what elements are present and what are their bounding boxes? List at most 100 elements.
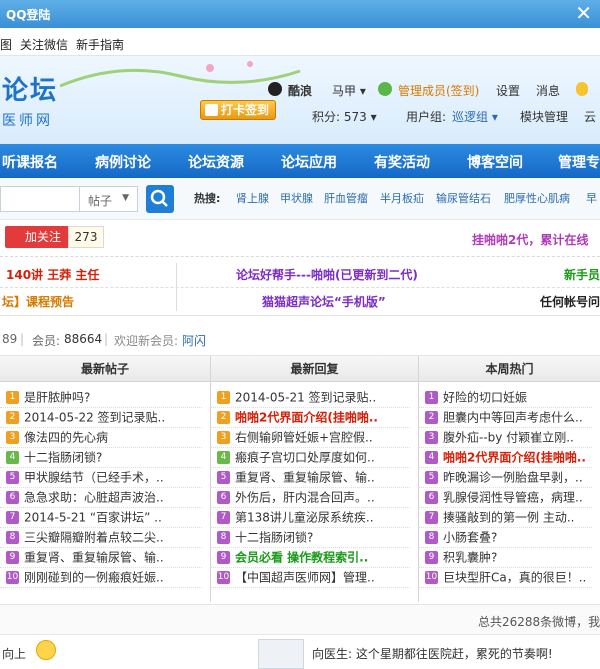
- list-item-title[interactable]: 会员必看 操作教程索引..: [235, 551, 368, 565]
- search-input[interactable]: [0, 186, 80, 212]
- list-item-title[interactable]: 腹外疝--by 付颖崔立刚..: [443, 431, 574, 445]
- list-item-title[interactable]: 胆囊内中等回声考虑什么..: [443, 411, 583, 425]
- hot-search-item[interactable]: 肝血管瘤: [324, 190, 368, 206]
- list-item[interactable]: 5 昨晚漏诊一例胎盘早剥，..: [419, 468, 592, 488]
- announcement-link[interactable]: 新手员: [564, 266, 600, 283]
- module-mgmt-link[interactable]: 模块管理: [520, 108, 568, 125]
- member-status-link[interactable]: 管理成员(签到): [398, 82, 479, 99]
- list-item-title[interactable]: 急急求助：心脏超声波治..: [24, 491, 164, 505]
- list-item-title[interactable]: 小肠套叠?: [443, 531, 497, 545]
- newest-member-link[interactable]: 阿闪: [182, 332, 206, 349]
- list-item-title[interactable]: 十二指肠闭锁?: [235, 531, 313, 545]
- list-item[interactable]: 9 重复肾、重复输尿管、输..: [0, 548, 202, 568]
- list-item-title[interactable]: 瘢痕子宫切口处厚度如何..: [235, 451, 375, 465]
- announcement-link[interactable]: 140讲 王莽 主任: [6, 266, 99, 283]
- list-item[interactable]: 8 三尖瓣隔瓣附着点较二尖..: [0, 528, 202, 548]
- site-logo-title[interactable]: 论坛: [2, 70, 58, 107]
- nav-item-events[interactable]: 有奖活动: [374, 152, 430, 172]
- nav-item-cases[interactable]: 病例讨论: [95, 152, 151, 172]
- list-item-title[interactable]: 揍骚敲到的第一例 主动..: [443, 511, 574, 525]
- list-item[interactable]: 3 腹外疝--by 付颖崔立刚..: [419, 428, 592, 448]
- list-item[interactable]: 1 是肝脓肿吗?: [0, 388, 202, 408]
- list-item[interactable]: 3 像法四的先心病: [0, 428, 202, 448]
- site-logo-subtitle[interactable]: 医师网: [2, 110, 53, 130]
- nav-item-course[interactable]: 听课报名: [2, 152, 58, 172]
- list-item-title[interactable]: 啪啪2代界面介绍(挂啪啪..: [443, 451, 586, 465]
- list-item-title[interactable]: 巨块型肝Ca，真的很巨！..: [443, 571, 586, 585]
- list-item[interactable]: 9 积乳囊肿?: [419, 548, 592, 568]
- hot-search-item[interactable]: 输尿管结石: [436, 190, 491, 206]
- list-item-title[interactable]: 【中国超声医师网】管理..: [235, 571, 375, 585]
- list-item[interactable]: 9 会员必看 操作教程索引..: [211, 548, 410, 568]
- username[interactable]: 酷浪: [288, 82, 312, 99]
- list-item-title[interactable]: 重复肾、重复输尿管、输..: [24, 551, 164, 565]
- weibo-follow-button[interactable]: 加关注: [5, 226, 69, 248]
- list-item[interactable]: 7 第138讲儿童泌尿系统疾..: [211, 508, 410, 528]
- list-item-title[interactable]: 积乳囊肿?: [443, 551, 497, 565]
- close-icon[interactable]: ✕: [575, 2, 592, 24]
- cloud-link[interactable]: 云: [584, 108, 596, 125]
- hot-search-item[interactable]: 甲状腺: [280, 190, 313, 206]
- nav-item-resources[interactable]: 论坛资源: [188, 152, 244, 172]
- announcement-link[interactable]: 猫猫超声论坛“手机版”: [262, 293, 386, 310]
- announcement-link[interactable]: 坛】课程预告: [2, 293, 74, 310]
- hot-search-item[interactable]: 肾上腺: [236, 190, 269, 206]
- hot-search-item[interactable]: 早: [586, 190, 597, 206]
- list-item-title[interactable]: 甲状腺结节（已经手术，..: [24, 471, 164, 485]
- nav-item-blog[interactable]: 博客空间: [467, 152, 523, 172]
- avatar[interactable]: [258, 639, 304, 669]
- list-item[interactable]: 4 十二指肠闭锁?: [0, 448, 202, 468]
- messages-link[interactable]: 消息: [536, 82, 560, 99]
- list-item[interactable]: 7 揍骚敲到的第一例 主动..: [419, 508, 592, 528]
- list-item[interactable]: 6 急急求助：心脏超声波治..: [0, 488, 202, 508]
- settings-link[interactable]: 设置: [496, 82, 520, 99]
- search-button[interactable]: [146, 185, 174, 213]
- menu-item-wechat[interactable]: 关注微信: [20, 36, 68, 53]
- promo-text[interactable]: 挂啪啪2代，累计在线: [472, 231, 588, 248]
- list-item-title[interactable]: 好险的切口妊娠: [443, 391, 527, 405]
- list-item-title[interactable]: 昨晚漏诊一例胎盘早剥，..: [443, 471, 583, 485]
- list-item-title[interactable]: 2014-5-21 “百家讲坛” ..: [24, 511, 162, 525]
- sign-in-button[interactable]: 打卡签到: [200, 100, 276, 120]
- group-value[interactable]: 巡逻组 ▾: [452, 108, 498, 125]
- user-menu[interactable]: 马甲 ▾: [332, 82, 366, 99]
- list-item-title[interactable]: 重复肾、重复输尿管、输..: [235, 471, 375, 485]
- menu-item-map[interactable]: 图: [0, 36, 12, 53]
- list-item-title[interactable]: 刚刚碰到的一例瘢痕妊娠..: [24, 571, 164, 585]
- announcement-link[interactable]: 任何帐号问: [540, 293, 600, 310]
- list-item[interactable]: 1 好险的切口妊娠: [419, 388, 592, 408]
- list-item-title[interactable]: 外伤后，肝内混合回声。..: [235, 491, 375, 505]
- score-menu[interactable]: 积分: 573 ▾: [312, 108, 377, 125]
- menu-item-guide[interactable]: 新手指南: [76, 36, 124, 53]
- list-item[interactable]: 2 啪啪2代界面介绍(挂啪啪..: [211, 408, 410, 428]
- hot-search-item[interactable]: 肥厚性心肌病: [504, 190, 570, 206]
- list-item[interactable]: 2 胆囊内中等回声考虑什么..: [419, 408, 592, 428]
- list-item[interactable]: 2 2014-05-22 签到记录贴..: [0, 408, 202, 428]
- feed-post-text[interactable]: 向医生: 这个星期都往医院赶，累死的节奏啊!: [312, 645, 553, 662]
- list-item-title[interactable]: 三尖瓣隔瓣附着点较二尖..: [24, 531, 164, 545]
- list-item[interactable]: 4 瘢痕子宫切口处厚度如何..: [211, 448, 410, 468]
- nav-item-apps[interactable]: 论坛应用: [281, 152, 337, 172]
- list-item[interactable]: 8 十二指肠闭锁?: [211, 528, 410, 548]
- list-item[interactable]: 1 2014-05-21 签到记录贴..: [211, 388, 410, 408]
- list-item-title[interactable]: 2014-05-22 签到记录贴..: [24, 411, 165, 425]
- list-item[interactable]: 5 甲状腺结节（已经手术，..: [0, 468, 202, 488]
- list-item-title[interactable]: 是肝脓肿吗?: [24, 391, 90, 405]
- list-item[interactable]: 10 巨块型肝Ca，真的很巨！..: [419, 568, 592, 588]
- list-item[interactable]: 10 刚刚碰到的一例瘢痕妊娠..: [0, 568, 202, 588]
- list-item-title[interactable]: 第138讲儿童泌尿系统疾..: [235, 511, 374, 525]
- nav-item-admin[interactable]: 管理专: [558, 152, 600, 172]
- list-item-title[interactable]: 乳腺侵润性导管癌，病理..: [443, 491, 583, 505]
- list-item[interactable]: 7 2014-5-21 “百家讲坛” ..: [0, 508, 202, 528]
- list-item-title[interactable]: 十二指肠闭锁?: [24, 451, 102, 465]
- list-item[interactable]: 6 乳腺侵润性导管癌，病理..: [419, 488, 592, 508]
- announcement-link[interactable]: 论坛好帮手---啪啪(已更新到二代): [236, 266, 418, 283]
- list-item[interactable]: 5 重复肾、重复输尿管、输..: [211, 468, 410, 488]
- list-item[interactable]: 3 右侧输卵管妊娠+宫腔假..: [211, 428, 410, 448]
- search-type-select[interactable]: 帖子 ▼: [80, 186, 138, 212]
- list-item-title[interactable]: 像法四的先心病: [24, 431, 108, 445]
- list-item[interactable]: 8 小肠套叠?: [419, 528, 592, 548]
- list-item[interactable]: 4 啪啪2代界面介绍(挂啪啪..: [419, 448, 592, 468]
- list-item-title[interactable]: 啪啪2代界面介绍(挂啪啪..: [235, 411, 378, 425]
- hot-search-item[interactable]: 半月板疝: [380, 190, 424, 206]
